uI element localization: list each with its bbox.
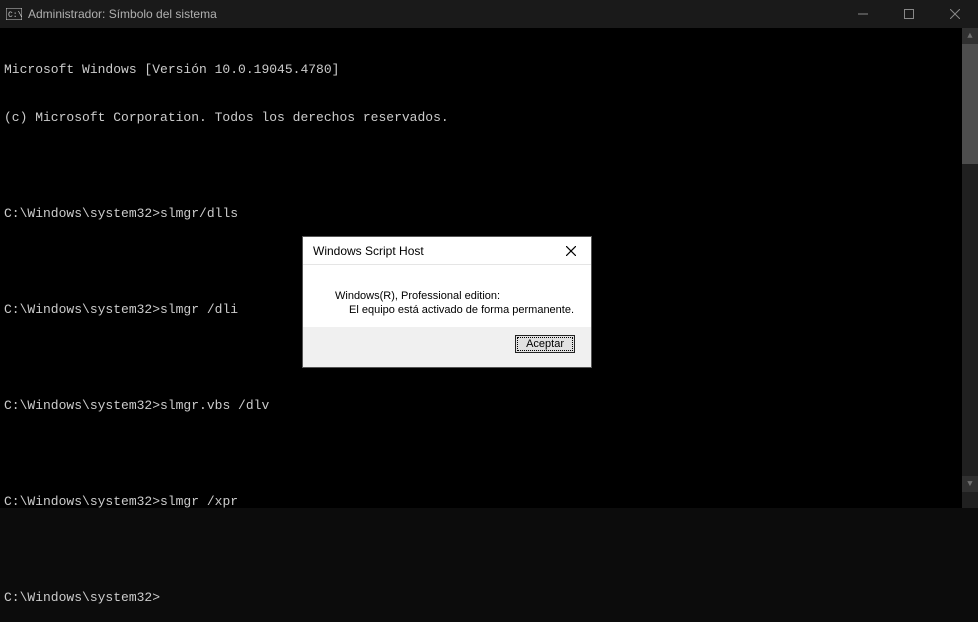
window-title: Administrador: Símbolo del sistema: [28, 7, 217, 21]
dialog-close-button[interactable]: [551, 237, 591, 265]
close-button[interactable]: [932, 0, 978, 28]
console-line: Microsoft Windows [Versión 10.0.19045.47…: [4, 62, 958, 78]
scrollbar-thumb[interactable]: [962, 44, 978, 164]
vertical-scrollbar[interactable]: ▲ ▼: [962, 28, 978, 492]
dialog-text-line: Windows(R), Professional edition:: [335, 289, 575, 303]
ok-button[interactable]: Aceptar: [515, 335, 575, 353]
window-controls: [840, 0, 978, 28]
dialog-title: Windows Script Host: [313, 244, 424, 258]
dialog-message: Windows(R), Professional edition: El equ…: [303, 265, 591, 327]
wsh-dialog: Windows Script Host Windows(R), Professi…: [302, 236, 592, 368]
console-prompt-line: C:\Windows\system32>: [4, 590, 958, 606]
dialog-text-line: El equipo está activado de forma permane…: [335, 303, 575, 317]
console-line: C:\Windows\system32>slmgr/dlls: [4, 206, 958, 222]
console-line: (c) Microsoft Corporation. Todos los der…: [4, 110, 958, 126]
cmd-icon: C:\: [6, 7, 22, 21]
dialog-footer: Aceptar: [303, 327, 591, 367]
maximize-button[interactable]: [886, 0, 932, 28]
dialog-titlebar[interactable]: Windows Script Host: [303, 237, 591, 265]
console-blank: [4, 446, 958, 462]
scrollbar-down-button[interactable]: ▼: [962, 476, 978, 492]
console-line: C:\Windows\system32>slmgr.vbs /dlv: [4, 398, 958, 414]
console-blank: [4, 542, 958, 558]
scrollbar-corner: [962, 492, 978, 508]
console-blank: [4, 158, 958, 174]
svg-text:C:\: C:\: [8, 11, 22, 20]
scrollbar-up-button[interactable]: ▲: [962, 28, 978, 44]
minimize-button[interactable]: [840, 0, 886, 28]
window-titlebar: C:\ Administrador: Símbolo del sistema: [0, 0, 978, 28]
